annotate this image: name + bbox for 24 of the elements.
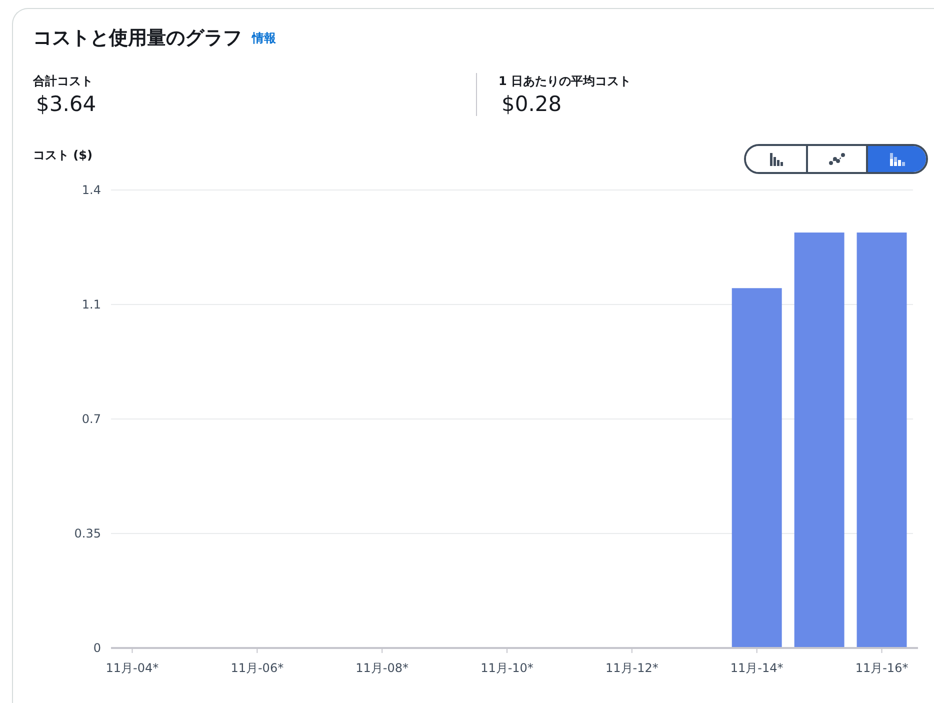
card-title: コストと使用量のグラフ — [33, 26, 242, 51]
y-axis-label: 0.7 — [82, 412, 101, 426]
chart-type-toggle[interactable] — [744, 144, 928, 174]
bar-chart-icon — [769, 152, 783, 166]
x-axis-label: 11月-04* — [106, 661, 159, 675]
summary-label: 合計コスト — [33, 73, 94, 90]
line-chart-icon — [829, 153, 845, 165]
summary-value: $0.28 — [500, 92, 563, 116]
summary-label: 1 日あたりの平均コスト — [498, 73, 632, 90]
y-axis-label: 1.1 — [82, 298, 101, 312]
y-axis-label: 1.4 — [82, 183, 101, 197]
chart-type-button[interactable] — [866, 146, 926, 172]
x-axis-label: 11月-16* — [855, 661, 908, 675]
x-axis-label: 11月-14* — [730, 661, 784, 675]
info-link[interactable]: 情報 — [252, 30, 276, 46]
summary-value: $3.64 — [35, 92, 98, 116]
y-axis-label: 0 — [93, 641, 101, 655]
stacked-bar-chart-icon — [889, 152, 905, 166]
x-axis-label: 11月-06* — [230, 661, 284, 675]
x-axis-label: 11月-12* — [605, 661, 658, 675]
x-axis-label: 11月-10* — [480, 661, 534, 675]
y-axis-label: 0.35 — [74, 526, 101, 540]
x-axis-label: 11月-08* — [356, 661, 409, 675]
y-axis-title: コスト ($) — [33, 146, 92, 164]
